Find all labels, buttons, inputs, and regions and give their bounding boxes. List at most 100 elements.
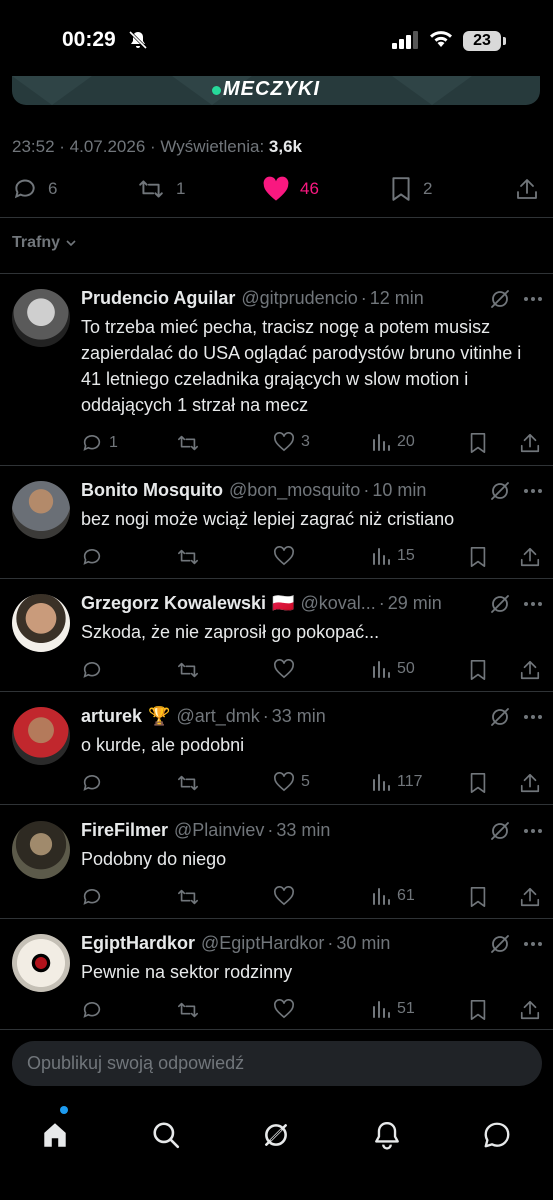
reply-time: 29 min	[387, 593, 442, 613]
separator: ·	[262, 706, 269, 726]
views-button[interactable]: 50	[371, 659, 415, 679]
views-button[interactable]: 51	[371, 999, 415, 1019]
share-icon	[520, 1000, 540, 1020]
user-name[interactable]: Prudencio Aguilar	[81, 288, 235, 309]
bookmark-button[interactable]: 2	[389, 176, 432, 202]
reply-button[interactable]	[81, 886, 109, 908]
reply-item[interactable]: arturek 🏆 @art_dmk · 33 min o kurde, ale…	[0, 692, 553, 804]
views-button[interactable]: 61	[371, 886, 415, 906]
avatar[interactable]	[12, 594, 70, 652]
reply-header: Grzegorz Kowalewski 🇵🇱 @koval... · 29 mi…	[81, 593, 442, 614]
more-icon[interactable]	[522, 593, 544, 615]
reply-count: 1	[109, 434, 118, 451]
reply-item[interactable]: Bonito Mosquito @bon_mosquito · 10 min b…	[0, 466, 553, 578]
bookmark-button[interactable]	[468, 546, 488, 568]
like-button[interactable]: 46	[262, 176, 319, 202]
share-button[interactable]	[519, 999, 541, 1021]
user-handle[interactable]: @Plainviev	[174, 820, 264, 841]
avatar[interactable]	[12, 289, 70, 347]
avatar[interactable]	[12, 707, 70, 765]
reply-actions: 1 3 20	[0, 432, 553, 456]
sort-dropdown[interactable]: Trafny	[12, 234, 78, 252]
reply-button[interactable]: 1	[81, 432, 118, 454]
like-button[interactable]	[273, 659, 301, 679]
user-name[interactable]: arturek	[81, 706, 142, 727]
like-button[interactable]: 3	[273, 432, 310, 452]
reply-composer[interactable]	[12, 1041, 542, 1086]
grok-icon[interactable]	[489, 480, 511, 502]
reply-item[interactable]: EgiptHardkor @EgiptHardkor · 30 min Pewn…	[0, 919, 553, 1029]
repost-button[interactable]	[175, 659, 207, 681]
like-button[interactable]	[273, 546, 301, 566]
user-name[interactable]: EgiptHardkor	[81, 933, 195, 954]
tab-search[interactable]	[141, 1110, 191, 1160]
user-handle[interactable]: @EgiptHardkor	[201, 933, 324, 954]
reply-button[interactable]: 6	[12, 176, 57, 202]
user-handle[interactable]: @art_dmk	[176, 706, 259, 727]
user-handle[interactable]: @gitprudencio	[241, 288, 357, 309]
bookmark-button[interactable]	[468, 886, 488, 908]
like-button[interactable]	[273, 999, 301, 1019]
share-button[interactable]	[519, 546, 541, 568]
reply-item[interactable]: Grzegorz Kowalewski 🇵🇱 @koval... · 29 mi…	[0, 579, 553, 691]
user-name[interactable]: Grzegorz Kowalewski	[81, 593, 266, 614]
repost-button[interactable]	[175, 772, 207, 794]
user-handle[interactable]: @koval...	[300, 593, 375, 614]
grok-icon[interactable]	[489, 593, 511, 615]
share-button[interactable]	[519, 772, 541, 794]
tab-notifications[interactable]	[362, 1110, 412, 1160]
repost-button[interactable]	[175, 432, 207, 454]
user-name[interactable]: Bonito Mosquito	[81, 480, 223, 501]
bookmark-button[interactable]	[468, 772, 488, 794]
more-icon[interactable]	[522, 480, 544, 502]
more-icon[interactable]	[522, 933, 544, 955]
tab-home[interactable]	[30, 1110, 80, 1160]
views-button[interactable]: 15	[371, 546, 415, 566]
user-handle[interactable]: @bon_mosquito	[229, 480, 360, 501]
more-icon[interactable]	[522, 820, 544, 842]
avatar[interactable]	[12, 481, 70, 539]
repost-button[interactable]	[175, 999, 207, 1021]
share-button[interactable]	[519, 659, 541, 681]
grok-icon[interactable]	[489, 933, 511, 955]
like-button[interactable]: 5	[273, 772, 310, 792]
reply-button[interactable]	[81, 772, 109, 794]
avatar[interactable]	[12, 821, 70, 879]
reply-icon	[83, 434, 101, 451]
views-button[interactable]: 117	[371, 772, 423, 792]
grok-icon[interactable]	[489, 706, 511, 728]
reply-item[interactable]: FireFilmer @Plainviev · 33 min Podobny d…	[0, 806, 553, 918]
views-button[interactable]: 20	[371, 432, 415, 452]
share-button[interactable]	[515, 176, 539, 202]
more-icon[interactable]	[522, 288, 544, 310]
reply-button[interactable]	[81, 659, 109, 681]
grok-icon[interactable]	[489, 820, 511, 842]
share-button[interactable]	[519, 432, 541, 454]
reply-button[interactable]	[81, 546, 109, 568]
grok-icon[interactable]	[489, 288, 511, 310]
like-button[interactable]	[273, 886, 301, 906]
bookmark-button[interactable]	[468, 432, 488, 454]
repost-button[interactable]: 1	[136, 176, 185, 202]
user-name[interactable]: FireFilmer	[81, 820, 168, 841]
tweet-media[interactable]: MECZYKI	[12, 76, 540, 105]
bookmark-button[interactable]	[468, 999, 488, 1021]
views-count[interactable]: 3,6k	[269, 137, 302, 156]
like-count: 3	[301, 433, 310, 450]
views-icon	[373, 661, 390, 678]
reply-input[interactable]	[12, 1041, 542, 1086]
reply-item[interactable]: Prudencio Aguilar @gitprudencio · 12 min…	[0, 274, 553, 465]
bookmark-button[interactable]	[468, 659, 488, 681]
reply-text: bez nogi może wciąż lepiej zagrać niż cr…	[81, 509, 455, 529]
more-icon[interactable]	[522, 706, 544, 728]
tab-messages[interactable]	[472, 1110, 522, 1160]
share-button[interactable]	[519, 886, 541, 908]
repost-button[interactable]	[175, 546, 207, 568]
reply-button[interactable]	[81, 999, 109, 1021]
reply-header: FireFilmer @Plainviev · 33 min	[81, 820, 330, 841]
avatar[interactable]	[12, 934, 70, 992]
bottom-tab-bar	[0, 1100, 553, 1200]
repost-button[interactable]	[175, 886, 207, 908]
tweet-time: 23:52	[12, 137, 55, 156]
tab-grok[interactable]	[251, 1110, 301, 1160]
